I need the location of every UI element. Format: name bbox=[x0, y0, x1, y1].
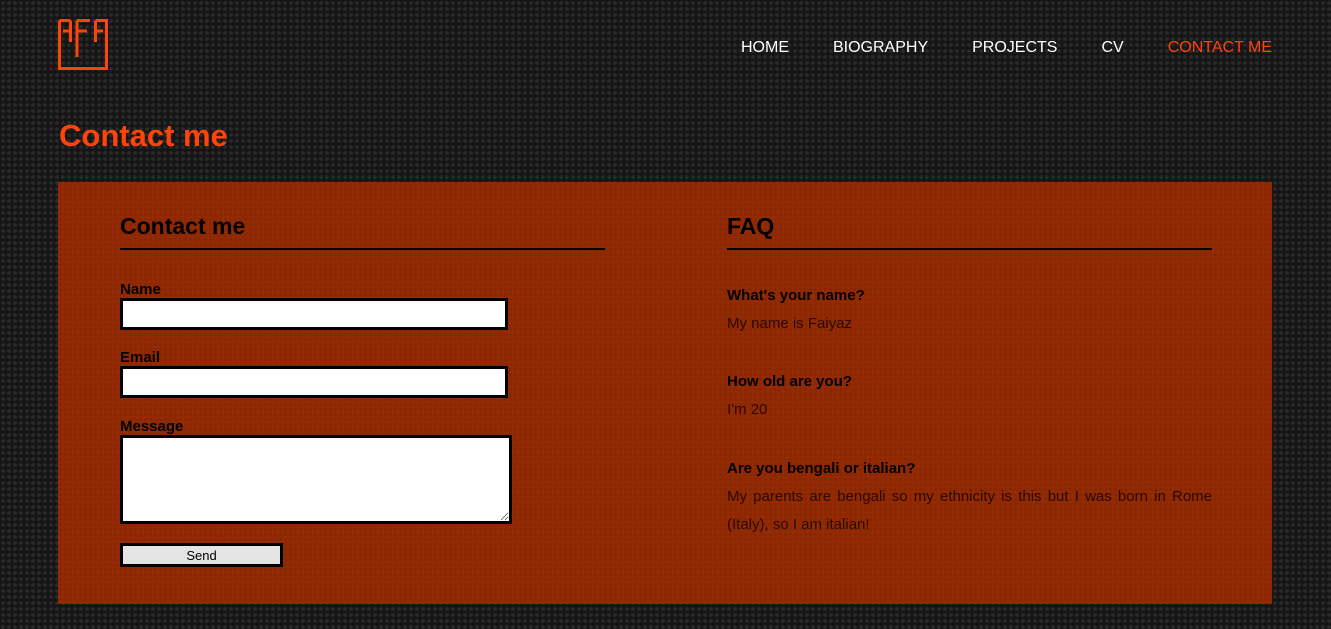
nav-link-contact-me[interactable]: CONTACT ME bbox=[1168, 39, 1272, 57]
ff-logo[interactable] bbox=[58, 19, 108, 70]
nav-link-projects[interactable]: PROJECTS bbox=[972, 39, 1057, 57]
page-title: Contact me bbox=[59, 118, 228, 153]
faq-answer: My name is Faiyaz bbox=[727, 315, 853, 332]
faq-title: FAQ bbox=[727, 212, 1212, 250]
faq-question: How old are you? bbox=[727, 373, 853, 390]
faq-question: What's your name? bbox=[727, 287, 865, 304]
content-panel: Contact me Name Email Message Send FAQ W… bbox=[58, 182, 1272, 604]
email-label: Email bbox=[120, 349, 161, 366]
contact-form: Name Email Message Send bbox=[120, 282, 605, 567]
nav-link-cv[interactable]: CV bbox=[1101, 39, 1123, 57]
faq-answer: I'm 20 bbox=[727, 401, 768, 418]
faq-answer: My parents are bengali so my ethnicity i… bbox=[727, 488, 1212, 533]
send-button[interactable]: Send bbox=[120, 543, 283, 567]
faq-section: FAQ What's your name? My name is Faiyaz … bbox=[727, 212, 1212, 539]
main-nav: HOME BIOGRAPHY PROJECTS CV CONTACT ME bbox=[697, 39, 1272, 57]
nav-link-biography[interactable]: BIOGRAPHY bbox=[833, 39, 928, 57]
contact-form-title: Contact me bbox=[120, 212, 605, 250]
name-input[interactable] bbox=[120, 298, 508, 330]
message-label: Message bbox=[120, 418, 184, 435]
faq-item: How old are you? I'm 20 bbox=[727, 368, 1212, 424]
faq-question: Are you bengali or italian? bbox=[727, 460, 916, 477]
message-textarea[interactable] bbox=[120, 435, 512, 524]
name-label: Name bbox=[120, 281, 161, 298]
contact-form-section: Contact me Name Email Message Send bbox=[120, 212, 605, 567]
faq-item: Are you bengali or italian? My parents a… bbox=[727, 455, 1212, 539]
faq-item: What's your name? My name is Faiyaz bbox=[727, 282, 1212, 338]
email-input[interactable] bbox=[120, 366, 508, 398]
nav-link-home[interactable]: HOME bbox=[741, 39, 789, 57]
